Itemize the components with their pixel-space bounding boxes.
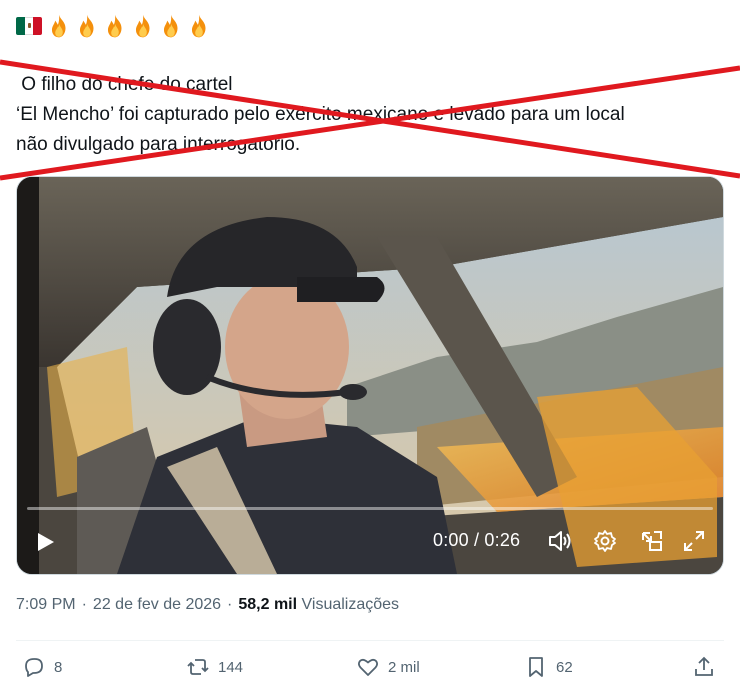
video-controls: 0:00 / 0:26 (17, 518, 723, 574)
fire-icon (191, 14, 206, 38)
action-bar: 8 144 2 mil 62 (0, 655, 740, 687)
fire-icon (51, 14, 66, 38)
bookmark-count: 62 (556, 658, 573, 676)
heart-icon (357, 658, 379, 676)
fire-icon (135, 14, 150, 38)
repost-icon (187, 659, 209, 675)
video-frame (17, 177, 723, 574)
views-count: 58,2 mil (238, 596, 298, 613)
reply-button[interactable]: 8 (22, 655, 62, 679)
views[interactable]: 58,2 mil Visualizações (238, 596, 399, 614)
like-button[interactable]: 2 mil (356, 655, 420, 679)
fire-emoji-group (46, 13, 212, 39)
divider (16, 640, 724, 641)
tweet-line: não divulgado para interrogatório. (16, 134, 301, 155)
video-time: 0:00 / 0:26 (433, 530, 521, 550)
post-date[interactable]: 22 de fev de 2026 (93, 596, 221, 614)
video-progress-bar[interactable] (27, 507, 713, 510)
mexico-flag-icon (16, 17, 42, 35)
like-count: 2 mil (388, 658, 420, 676)
picture-in-picture-icon (642, 531, 662, 551)
video-player[interactable]: 0:00 / 0:26 (16, 176, 724, 575)
repost-count: 144 (218, 658, 244, 676)
reply-icon (25, 658, 43, 677)
tweet-line: O filho do chefe do cartel (16, 74, 233, 95)
volume-icon (549, 531, 571, 551)
settings-gear-icon (594, 530, 616, 552)
post-time[interactable]: 7:09 PM (16, 596, 76, 614)
bookmark-button[interactable]: 62 (524, 655, 573, 679)
fullscreen-button[interactable] (679, 526, 709, 556)
reply-count: 8 (54, 658, 63, 676)
views-label: Visualizações (301, 596, 400, 613)
settings-button[interactable] (590, 526, 620, 556)
tweet-text: O filho do chefe do cartel ‘El Mencho’ f… (16, 70, 726, 160)
tweet-line: ‘El Mencho’ foi capturado pelo exército … (16, 104, 625, 125)
fire-icon (107, 14, 122, 38)
share-button[interactable] (692, 655, 716, 679)
volume-button[interactable] (545, 526, 575, 556)
separator-dot: · (227, 596, 233, 613)
fire-icon (163, 14, 178, 38)
share-icon (695, 656, 713, 676)
play-icon (38, 533, 54, 551)
separator-dot: · (81, 596, 87, 613)
fire-icon (79, 14, 94, 38)
emoji-header (16, 12, 212, 40)
bookmark-icon (529, 657, 543, 677)
play-button[interactable] (31, 528, 59, 556)
tweet-meta: 7:09 PM · 22 de fev de 2026 · 58,2 mil V… (16, 596, 399, 614)
fullscreen-icon (684, 531, 704, 551)
repost-button[interactable]: 144 (186, 655, 243, 679)
picture-in-picture-button[interactable] (637, 526, 667, 556)
